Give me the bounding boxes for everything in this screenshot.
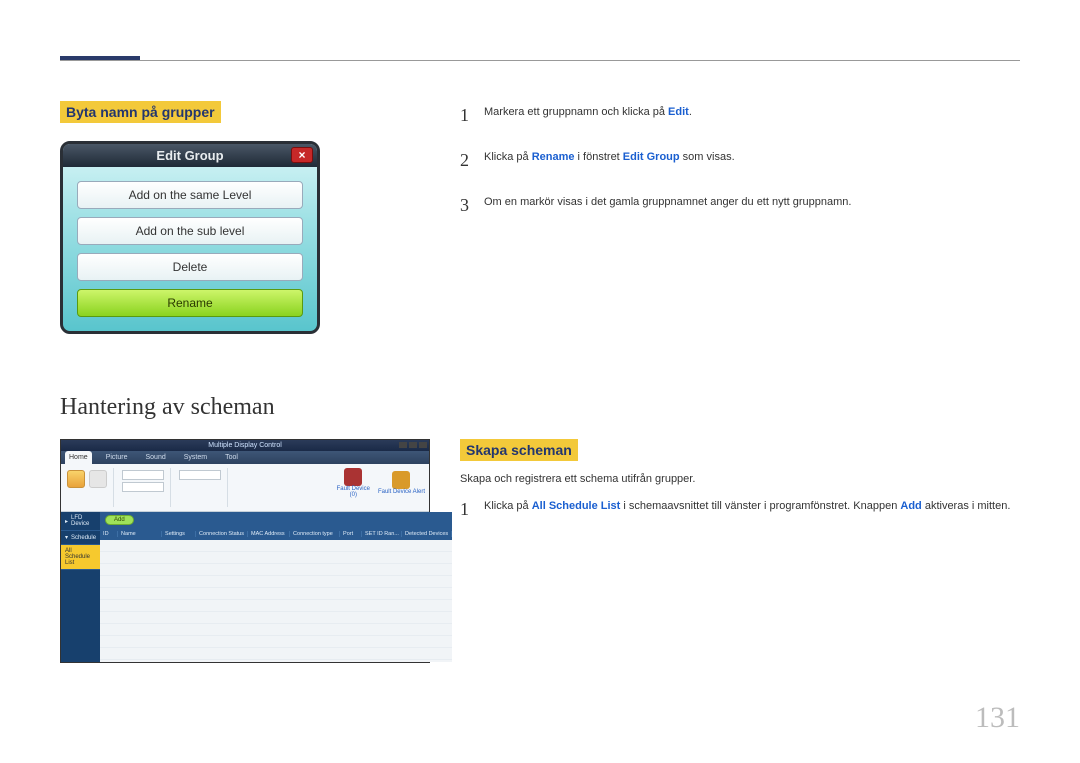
app-window-title: Multiple Display Control (208, 442, 282, 449)
section1-heading: Byta namn på grupper (60, 101, 221, 123)
step-text-part: som visas. (680, 151, 735, 163)
chevron-down-icon: ▾ (65, 534, 68, 541)
add-button[interactable]: Add (105, 515, 134, 525)
step-row: 2 Klicka på Rename i fönstret Edit Group… (460, 146, 1020, 175)
col-detected-devices: Detected Devices (402, 531, 452, 537)
side-row-label: LFD Device (71, 515, 96, 527)
step-text: Om en markör visas i det gamla gruppnamn… (484, 191, 851, 212)
section2-intro: Skapa och registrera ett schema utifrån … (460, 473, 1020, 485)
tab-sound[interactable]: Sound (141, 451, 169, 464)
step-text-part: i schemaavsnittet till vänster i program… (620, 500, 900, 512)
add-sub-level-button[interactable]: Add on the sub level (77, 217, 303, 245)
grid-header: ID Name Settings Connection Status MAC A… (100, 528, 452, 540)
col-settings: Settings (162, 531, 196, 537)
col-set-id-range: SET ID Ran... (362, 531, 402, 537)
col-connection-status: Connection Status (196, 531, 248, 537)
col-name: Name (118, 531, 162, 537)
col-port: Port (340, 531, 362, 537)
step-number: 1 (460, 495, 484, 524)
header-accent-bar (60, 56, 140, 60)
step-row: 1 Markera ett gruppnamn och klicka på Ed… (460, 101, 1020, 130)
toolbar-input[interactable] (179, 470, 221, 480)
keyword-add: Add (900, 500, 921, 512)
keyword-rename: Rename (532, 151, 575, 163)
tab-system[interactable]: System (180, 451, 211, 464)
fault-alert-icon[interactable] (392, 471, 410, 489)
page-number: 131 (975, 701, 1020, 735)
grid-rows (100, 540, 452, 662)
keyword-all-schedule-list: All Schedule List (532, 500, 621, 512)
step-text: Klicka på Rename i fönstret Edit Group s… (484, 146, 735, 167)
keyword-edit: Edit (668, 106, 689, 118)
section2-heading: Hantering av scheman (60, 394, 1020, 421)
side-row-all-schedule-list[interactable]: All Schedule List (61, 545, 100, 570)
app-window: Multiple Display Control Home Picture So… (60, 439, 430, 663)
fault-device-block: Fault Device (0) (337, 468, 370, 498)
step-text-part: . (689, 106, 692, 118)
step-row: 3 Om en markör visas i det gamla gruppna… (460, 191, 1020, 220)
toolbar-block (177, 468, 228, 507)
header-rule (60, 60, 1020, 61)
toolbar-block (120, 468, 171, 507)
fault-alert-block: Fault Device Alert (378, 471, 425, 495)
grid-area: Add ID Name Settings Connection Status M… (100, 512, 452, 662)
section1-steps: 1 Markera ett gruppnamn och klicka på Ed… (460, 101, 1020, 219)
window-controls (399, 442, 427, 448)
fault-alert-label: Fault Device Alert (378, 489, 425, 495)
delete-button[interactable]: Delete (77, 253, 303, 281)
toolbar-icon[interactable] (89, 470, 107, 488)
step-number: 3 (460, 191, 484, 220)
col-connection-type: Connection type (290, 531, 340, 537)
step-text-part: Markera ett gruppnamn och klicka på (484, 106, 668, 118)
step-text: Klicka på All Schedule List i schemaavsn… (484, 495, 1010, 516)
section2-subheading: Skapa scheman (460, 439, 578, 461)
app-window-titlebar: Multiple Display Control (61, 440, 429, 451)
step-number: 1 (460, 101, 484, 130)
app-body: ▸ LFD Device ▾ Schedule All Schedule Lis… (61, 512, 429, 662)
side-row-label: All Schedule List (65, 548, 96, 566)
dialog-body: Add on the same Level Add on the sub lev… (63, 167, 317, 331)
app-tabs: Home Picture Sound System Tool (61, 451, 429, 464)
tab-tool[interactable]: Tool (221, 451, 242, 464)
toolbar-block (65, 468, 114, 507)
edit-group-dialog: Edit Group × Add on the same Level Add o… (60, 141, 320, 334)
dialog-titlebar: Edit Group × (63, 144, 317, 167)
close-icon[interactable]: × (291, 147, 313, 163)
chevron-icon: ▸ (65, 518, 68, 525)
side-row-lfd-device[interactable]: ▸ LFD Device (61, 512, 100, 531)
close-icon[interactable] (419, 442, 427, 448)
fault-device-count: (0) (337, 492, 370, 498)
toolbar-icon[interactable] (67, 470, 85, 488)
maximize-icon[interactable] (409, 442, 417, 448)
toolbar-right-group: Fault Device (0) Fault Device Alert (337, 468, 425, 498)
step-text-part: aktiveras i mitten. (922, 500, 1011, 512)
dialog-title: Edit Group (156, 148, 223, 163)
add-same-level-button[interactable]: Add on the same Level (77, 181, 303, 209)
step-text-part: i fönstret (575, 151, 623, 163)
keyword-edit-group: Edit Group (623, 151, 680, 163)
toolbar-input[interactable] (122, 482, 164, 492)
tab-home[interactable]: Home (65, 451, 92, 464)
step-text-part: Klicka på (484, 151, 532, 163)
minimize-icon[interactable] (399, 442, 407, 448)
step-text: Markera ett gruppnamn och klicka på Edit… (484, 101, 692, 122)
step-number: 2 (460, 146, 484, 175)
tab-picture[interactable]: Picture (102, 451, 132, 464)
rename-button[interactable]: Rename (77, 289, 303, 317)
step-row: 1 Klicka på All Schedule List i schemaav… (460, 495, 1020, 524)
side-row-label: Schedule (71, 535, 96, 541)
col-mac-address: MAC Address (248, 531, 290, 537)
section2-steps: 1 Klicka på All Schedule List i schemaav… (460, 495, 1020, 524)
side-row-schedule[interactable]: ▾ Schedule (61, 531, 100, 545)
fault-device-icon[interactable] (344, 468, 362, 486)
app-toolbar: Fault Device (0) Fault Device Alert (61, 464, 429, 512)
step-text-part: Klicka på (484, 500, 532, 512)
side-panel: ▸ LFD Device ▾ Schedule All Schedule Lis… (61, 512, 100, 662)
toolbar-input[interactable] (122, 470, 164, 480)
col-id: ID (100, 531, 118, 537)
